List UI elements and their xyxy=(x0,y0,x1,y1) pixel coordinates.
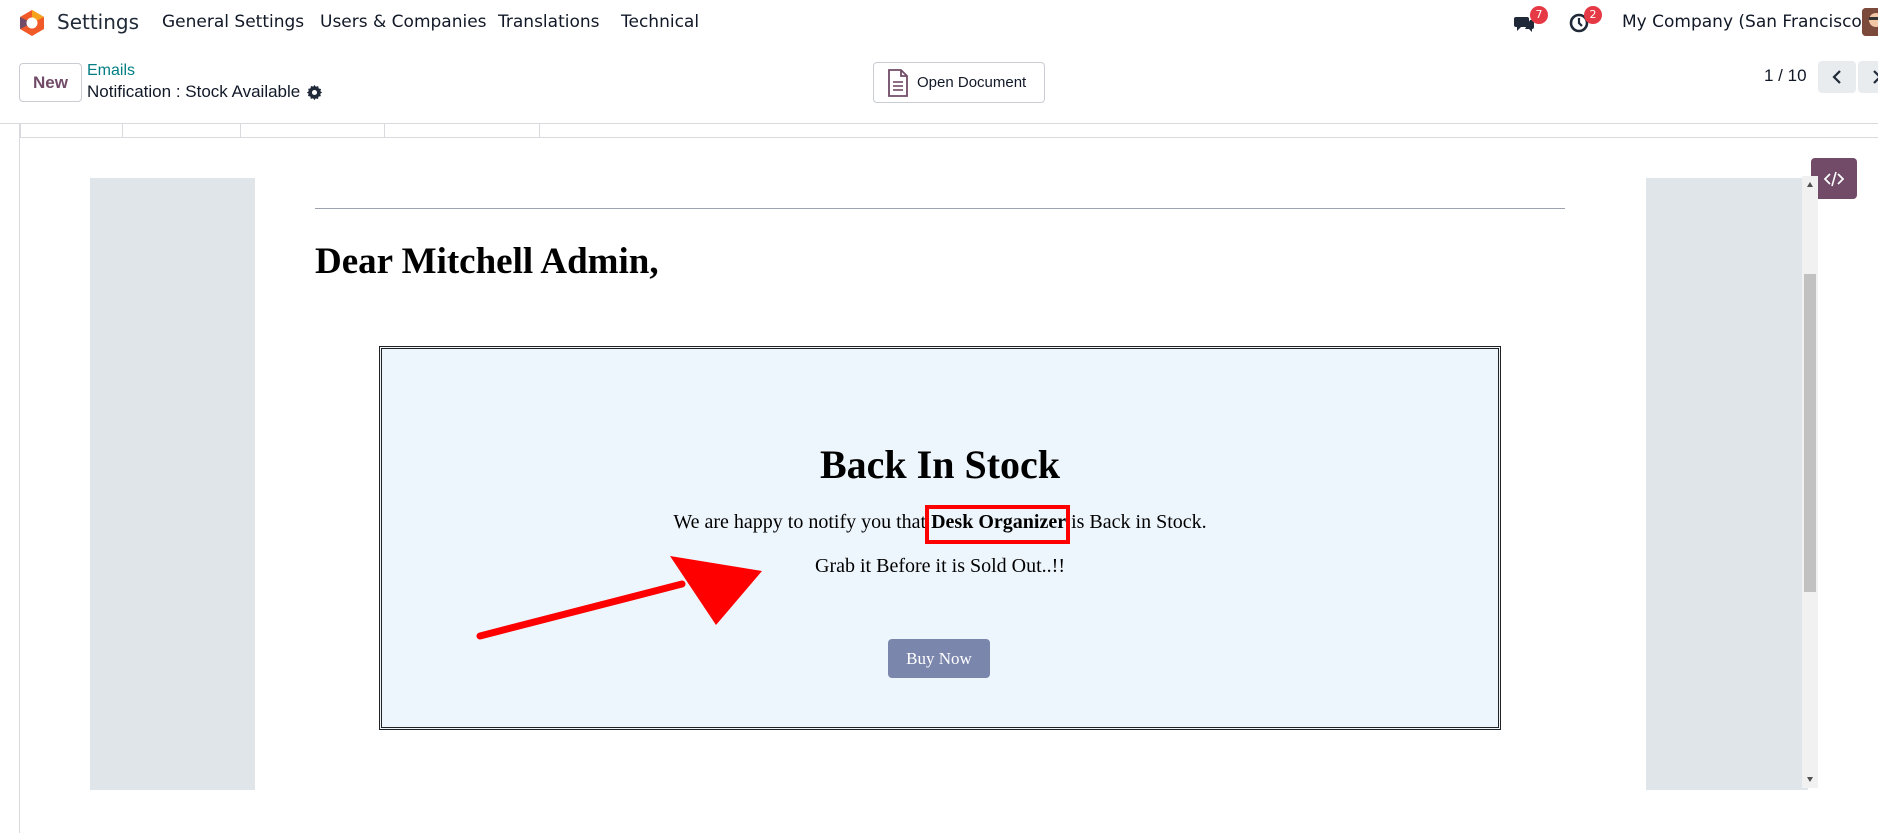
odoo-logo-icon[interactable] xyxy=(18,9,46,37)
open-document-label: Open Document xyxy=(917,74,1027,91)
control-panel: New Emails Notification : Stock Availabl… xyxy=(0,44,1878,124)
buy-now-button[interactable]: Buy Now xyxy=(888,639,990,678)
annotation-arrow-icon xyxy=(476,556,762,640)
main-navbar: Settings General Settings Users & Compan… xyxy=(0,0,1878,44)
editor-margin-left xyxy=(90,178,255,790)
chevron-right-icon xyxy=(1873,70,1878,84)
editor-scrollbar[interactable] xyxy=(1802,176,1818,788)
tab-3[interactable] xyxy=(384,124,540,138)
divider xyxy=(315,208,1565,209)
gear-icon[interactable] xyxy=(306,84,323,101)
pager-next-button[interactable] xyxy=(1858,61,1878,93)
pager-previous-button[interactable] xyxy=(1818,61,1856,93)
document-icon xyxy=(888,68,908,97)
new-button[interactable]: New xyxy=(19,63,82,102)
notebook-tabs xyxy=(20,124,1878,138)
menu-users-companies[interactable]: Users & Companies xyxy=(320,12,487,32)
tab-1[interactable] xyxy=(122,124,240,138)
menu-general-settings[interactable]: General Settings xyxy=(162,12,304,32)
app-name[interactable]: Settings xyxy=(57,10,139,34)
user-avatar[interactable] xyxy=(1862,8,1878,36)
email-body[interactable]: Dear Mitchell Admin, Back In Stock We ar… xyxy=(295,178,1565,790)
tab-corner xyxy=(20,124,40,138)
editor-margin-right xyxy=(1646,178,1808,790)
annotation-highlight-box xyxy=(925,505,1070,544)
breadcrumb-emails[interactable]: Emails xyxy=(87,62,135,80)
messages-badge: 7 xyxy=(1530,6,1548,24)
greeting: Dear Mitchell Admin, xyxy=(315,241,659,282)
pager-value[interactable]: 1 / 10 xyxy=(1764,66,1807,86)
tab-2[interactable] xyxy=(240,124,384,138)
company-switcher[interactable]: My Company (San Francisco) xyxy=(1622,12,1868,32)
menu-technical[interactable]: Technical xyxy=(621,12,699,32)
stock-title: Back In Stock xyxy=(819,442,1061,487)
activities-badge: 2 xyxy=(1584,6,1602,24)
open-document-button[interactable]: Open Document xyxy=(873,62,1045,103)
line-suffix: is Back in Stock. xyxy=(1071,511,1207,533)
record-title: Notification : Stock Available xyxy=(87,82,301,101)
chevron-left-icon xyxy=(1832,70,1841,84)
code-icon xyxy=(1824,171,1844,186)
record-title-row: Notification : Stock Available xyxy=(87,82,323,102)
menu-translations[interactable]: Translations xyxy=(498,12,600,32)
line-prefix: We are happy to notify you that xyxy=(673,511,927,533)
